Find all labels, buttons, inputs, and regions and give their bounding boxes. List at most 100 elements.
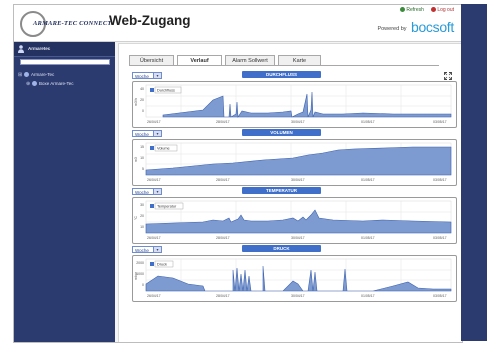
chevron-down-icon: ▾ (153, 131, 161, 136)
durchfluss-chart-svg: Durchfluss 40 20 0 m3/h 26/04/17 28/04/1… (134, 84, 452, 124)
page-title: Web-Zugang (109, 13, 191, 28)
y-tick-label: 20 (140, 214, 144, 218)
right-edge-bar (461, 4, 487, 341)
y-axis-label: °C (134, 216, 138, 220)
x-tick-label: 28/04/17 (216, 236, 230, 240)
x-tick-label: 03/05/17 (433, 120, 447, 124)
chart-panel-temperatur: Woche ▾ TEMPERATUR Temperatur 30 20 10 °C… (129, 187, 457, 244)
user-icon (18, 45, 24, 53)
legend-label: Durchfluss (157, 89, 175, 93)
x-tick-label: 01/05/17 (361, 120, 375, 124)
chart-area: Volume 15 10 5 m3 26/04/17 28/04/17 30/0… (132, 139, 457, 186)
y-tick-label: 40 (140, 87, 144, 91)
app-logo-text: ARMARE-TEC CONNECT (33, 20, 112, 27)
y-tick-label: 15 (140, 145, 144, 149)
chart-panel-durchfluss: Woche ▾ DURCHFLUSS Durchfluss 40 20 0 m3/… (129, 71, 457, 128)
chart-area: Druck 2000 1000 0 mbar 26/04/17 28/04/17… (132, 255, 457, 302)
y-tick-label: 2000 (136, 261, 144, 265)
druck-chart-svg: Druck 2000 1000 0 mbar 26/04/17 28/04/17… (134, 258, 452, 298)
refresh-link[interactable]: Refresh (400, 7, 424, 13)
sidebar-user[interactable]: Armaretec (14, 42, 115, 57)
chevron-down-icon: ▾ (153, 189, 161, 194)
legend-swatch-icon (150, 88, 154, 92)
y-axis-label: m3 (134, 157, 138, 162)
legend-label: Druck (157, 263, 167, 267)
time-range-select[interactable]: Woche ▾ (132, 246, 162, 253)
device-group-icon (24, 72, 29, 77)
x-tick-label: 26/04/17 (147, 236, 161, 240)
x-tick-label: 30/04/17 (291, 236, 305, 240)
tab-alarm-sollwert[interactable]: Alarm Sollwert (225, 55, 275, 65)
main-content: Übersicht Verlauf Alarm Sollwert Karte W… (118, 43, 462, 342)
time-range-select[interactable]: Woche ▾ (132, 72, 162, 79)
tree-item-armare-tec[interactable]: ⊞ Armare-Tec (18, 72, 74, 81)
sidebar-user-label: Armaretec (28, 46, 51, 51)
x-tick-label: 03/05/17 (433, 294, 447, 298)
sidebar: Armaretec ⊞ Armare-Tec ⊕ Boxe Armare-Tec (14, 42, 115, 342)
location-pin-icon (32, 81, 37, 86)
chart-title: TEMPERATUR (242, 187, 321, 194)
logout-link[interactable]: Log out (431, 7, 454, 13)
x-tick-label: 30/04/17 (291, 120, 305, 124)
x-tick-label: 30/04/17 (291, 294, 305, 298)
x-tick-label: 26/04/17 (147, 120, 161, 124)
x-tick-label: 01/05/17 (361, 178, 375, 182)
powered-by: Powered by bocsoft (377, 19, 454, 37)
powered-by-text: Powered by (377, 26, 407, 32)
sidebar-search-input[interactable] (20, 59, 110, 65)
header-links: Refresh Log out (394, 7, 454, 13)
x-tick-label: 26/04/17 (147, 294, 161, 298)
x-tick-label: 28/04/17 (216, 178, 230, 182)
logout-icon (431, 7, 437, 12)
tab-divider (129, 65, 439, 66)
temperatur-chart-svg: Temperatur 30 20 10 °C 26/04/17 28/04/17… (134, 200, 452, 240)
chart-title: DURCHFLUSS (242, 71, 321, 78)
device-tree: ⊞ Armare-Tec ⊕ Boxe Armare-Tec (18, 72, 74, 90)
time-range-value: Woche (135, 132, 149, 137)
tree-item-label: Boxe Armare-Tec (39, 81, 74, 86)
x-tick-label: 28/04/17 (216, 294, 230, 298)
y-tick-label: 10 (140, 225, 144, 229)
app-window: ARMARE-TEC CONNECT Web-Zugang Refresh Lo… (13, 4, 463, 343)
legend-label: Volume (157, 147, 170, 151)
y-axis-label: mbar (134, 271, 138, 280)
bocsoft-brand: bocsoft (410, 19, 454, 35)
y-tick-label: 0 (142, 109, 144, 113)
legend-swatch-icon (150, 204, 154, 208)
refresh-icon (400, 7, 406, 12)
y-tick-label: 20 (140, 98, 144, 102)
x-tick-label: 03/05/17 (433, 236, 447, 240)
legend-label: Temperatur (157, 205, 177, 209)
x-tick-label: 30/04/17 (291, 178, 305, 182)
time-range-select[interactable]: Woche ▾ (132, 130, 162, 137)
tab-karte[interactable]: Karte (278, 55, 321, 65)
x-tick-label: 01/05/17 (361, 294, 375, 298)
refresh-link-label: Refresh (406, 7, 424, 13)
chart-panel-volumen: Woche ▾ VOLUMEN Volume 15 10 5 m3 26/04/1… (129, 129, 457, 186)
chevron-down-icon: ▾ (153, 73, 161, 78)
y-tick-label: 10 (140, 156, 144, 160)
time-range-value: Woche (135, 74, 149, 79)
chart-title: DRUCK (242, 245, 321, 252)
legend-swatch-icon (150, 146, 154, 150)
chart-area: Durchfluss 40 20 0 m3/h 26/04/17 28/04/1… (132, 81, 457, 128)
y-tick-label: 0 (142, 283, 144, 287)
x-tick-label: 26/04/17 (147, 178, 161, 182)
legend-swatch-icon (150, 262, 154, 266)
x-tick-label: 28/04/17 (216, 120, 230, 124)
x-tick-label: 01/05/17 (361, 236, 375, 240)
x-tick-label: 03/05/17 (433, 178, 447, 182)
volumen-chart-svg: Volume 15 10 5 m3 26/04/17 28/04/17 30/0… (134, 142, 452, 182)
y-axis-label: m3/h (134, 98, 138, 106)
chart-title: VOLUMEN (242, 129, 321, 136)
tab-uebersicht[interactable]: Übersicht (129, 55, 174, 65)
logout-link-label: Log out (437, 7, 454, 13)
tree-item-label: Armare-Tec (31, 72, 55, 77)
time-range-value: Woche (135, 248, 149, 253)
time-range-value: Woche (135, 190, 149, 195)
chart-area: Temperatur 30 20 10 °C 26/04/17 28/04/17… (132, 197, 457, 244)
chart-panel-druck: Woche ▾ DRUCK Druck 2000 1000 0 mbar 26/0… (129, 245, 457, 302)
time-range-select[interactable]: Woche ▾ (132, 188, 162, 195)
tree-item-boxe[interactable]: ⊕ Boxe Armare-Tec (18, 81, 74, 90)
y-tick-label: 5 (142, 167, 144, 171)
